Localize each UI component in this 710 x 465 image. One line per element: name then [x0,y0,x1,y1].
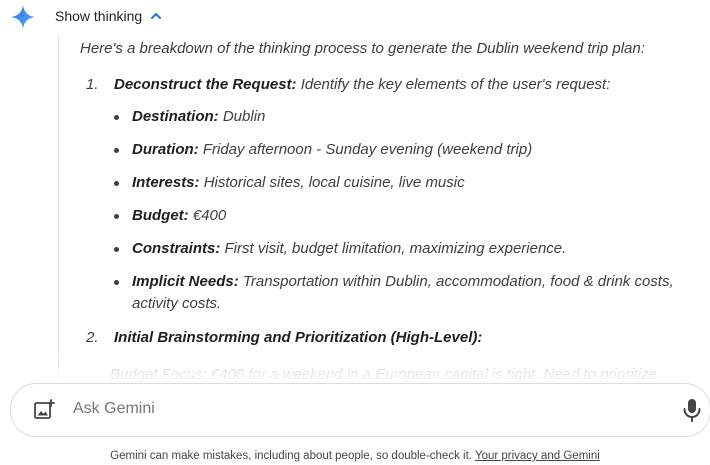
show-thinking-label: Show thinking [55,8,143,24]
item-text: Historical sites, local cuisine, live mu… [199,174,465,191]
step-title: Deconstruct the Request: [114,76,297,93]
step-1-list: Destination: Dublin Duration: Friday aft… [80,106,705,315]
thinking-header: Show thinking [0,0,710,34]
microphone-icon[interactable] [681,397,703,423]
item-label: Constraints: [132,240,221,257]
list-item: Duration: Friday afternoon - Sunday even… [110,139,705,161]
item-label: Implicit Needs: [132,273,239,290]
item-label: Interests: [132,174,200,191]
step-text: Identify the key elements of the user's … [296,76,611,93]
disclaimer-text: Gemini can make mistakes, including abou… [110,450,475,462]
item-label: Duration: [132,141,199,158]
thinking-content: Here's a breakdown of the thinking proce… [80,38,705,359]
add-image-icon[interactable] [33,399,55,421]
step-2: 2. Initial Brainstorming and Prioritizat… [80,327,705,349]
step-title: Initial Brainstorming and Prioritization… [114,329,483,346]
list-item: Implicit Needs: Transportation within Du… [110,271,705,315]
prompt-input[interactable] [73,400,653,418]
gemini-spark-icon [11,5,35,29]
chevron-up-icon [151,13,162,19]
thinking-intro: Here's a breakdown of the thinking proce… [80,40,645,57]
item-label: Destination: [132,108,219,125]
step-1: 1. Deconstruct the Request: Identify the… [80,74,705,96]
thinking-rail [58,36,59,381]
disclaimer-footer: Gemini can make mistakes, including abou… [0,450,710,462]
item-text: Dublin [218,108,266,125]
item-label: Budget: [132,207,189,224]
privacy-link[interactable]: Your privacy and Gemini [475,450,600,462]
item-text: Friday afternoon - Sunday evening (weeke… [198,141,533,158]
item-text: First visit, budget limitation, maximizi… [220,240,567,257]
list-item: Budget: €400 [110,205,705,227]
item-text: €400 [188,207,227,224]
step-number: 2. [86,329,99,346]
list-item: Destination: Dublin [110,106,705,128]
faded-list-item: Budget Focus: €400 for a weekend in a Eu… [110,366,657,383]
list-item: Interests: Historical sites, local cuisi… [110,172,705,194]
step-number: 1. [86,76,99,93]
show-thinking-toggle[interactable]: Show thinking [55,8,162,24]
list-item: Constraints: First visit, budget limitat… [110,238,705,260]
prompt-bar [10,383,710,437]
